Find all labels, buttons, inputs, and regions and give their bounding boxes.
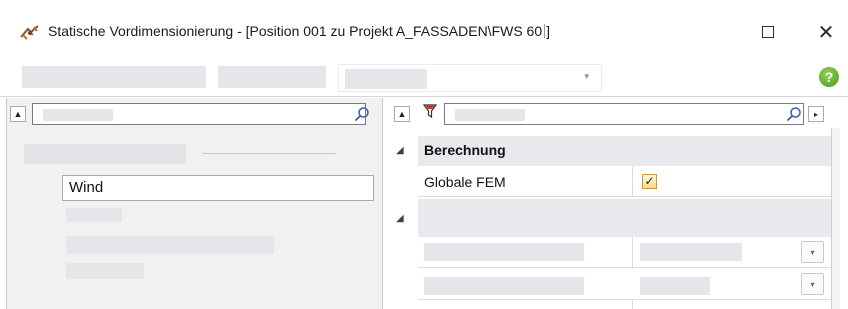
tree-group-placeholder[interactable] [24,144,186,164]
expander-icon[interactable]: ◢ [396,213,404,224]
tree-item-wind[interactable]: Wind [62,175,374,201]
toolbar-combobox[interactable]: ▾ [338,64,602,92]
combobox-value-placeholder [345,69,427,89]
left-pane [6,98,382,309]
left-collapse-button[interactable]: ▲ [10,106,26,122]
search-icon[interactable] [786,106,802,122]
toolbar-divider [0,96,848,97]
close-button[interactable]: ✕ [804,14,848,50]
right-search-input[interactable] [444,103,804,125]
globale-fem-checkbox[interactable]: ✓ [642,174,657,189]
app-icon [20,25,39,40]
vertical-scrollbar[interactable] [831,128,840,309]
help-icon[interactable]: ? [819,67,839,87]
toolbar-placeholder-1[interactable] [22,66,206,88]
property-name-globale-fem: Globale FEM [424,174,506,190]
search-value-placeholder [43,109,113,121]
tree-item-placeholder-1[interactable] [66,208,122,222]
column-separator[interactable] [632,166,633,197]
property-name-placeholder [424,243,584,261]
maximize-button[interactable] [746,14,790,50]
title-caret [544,24,546,38]
left-search-input[interactable] [32,103,366,125]
tree-item-placeholder-2[interactable] [66,236,274,254]
close-icon: ✕ [817,20,835,44]
tree-group-line [202,153,336,154]
window-title-text: Statische Vordimensionierung - [Position… [48,23,543,39]
window-title-end: ] [546,23,551,39]
property-value-placeholder [640,277,710,295]
property-value-placeholder [640,243,742,261]
expander-icon[interactable]: ◢ [396,145,404,156]
chevron-down-icon: ▾ [584,71,589,81]
search-icon[interactable] [354,106,370,122]
toolbar-placeholder-2[interactable] [218,66,326,88]
category-label-berechnung: Berechnung [424,142,506,158]
funnel-icon[interactable] [422,103,438,119]
maximize-icon [762,26,774,38]
chevron-down-icon[interactable]: ▾ [801,273,824,295]
right-collapse-button[interactable]: ▲ [394,106,410,122]
window-title: Statische Vordimensionierung - [Position… [48,23,550,39]
chevron-down-icon[interactable]: ▾ [801,241,824,263]
expand-right-button[interactable]: ▸ [808,106,824,122]
title-bar: Statische Vordimensionierung - [Position… [0,0,848,58]
search-value-placeholder [455,109,525,121]
category-row-2[interactable] [418,199,832,237]
property-name-placeholder [424,277,584,295]
tree-item-placeholder-3[interactable] [66,263,144,279]
